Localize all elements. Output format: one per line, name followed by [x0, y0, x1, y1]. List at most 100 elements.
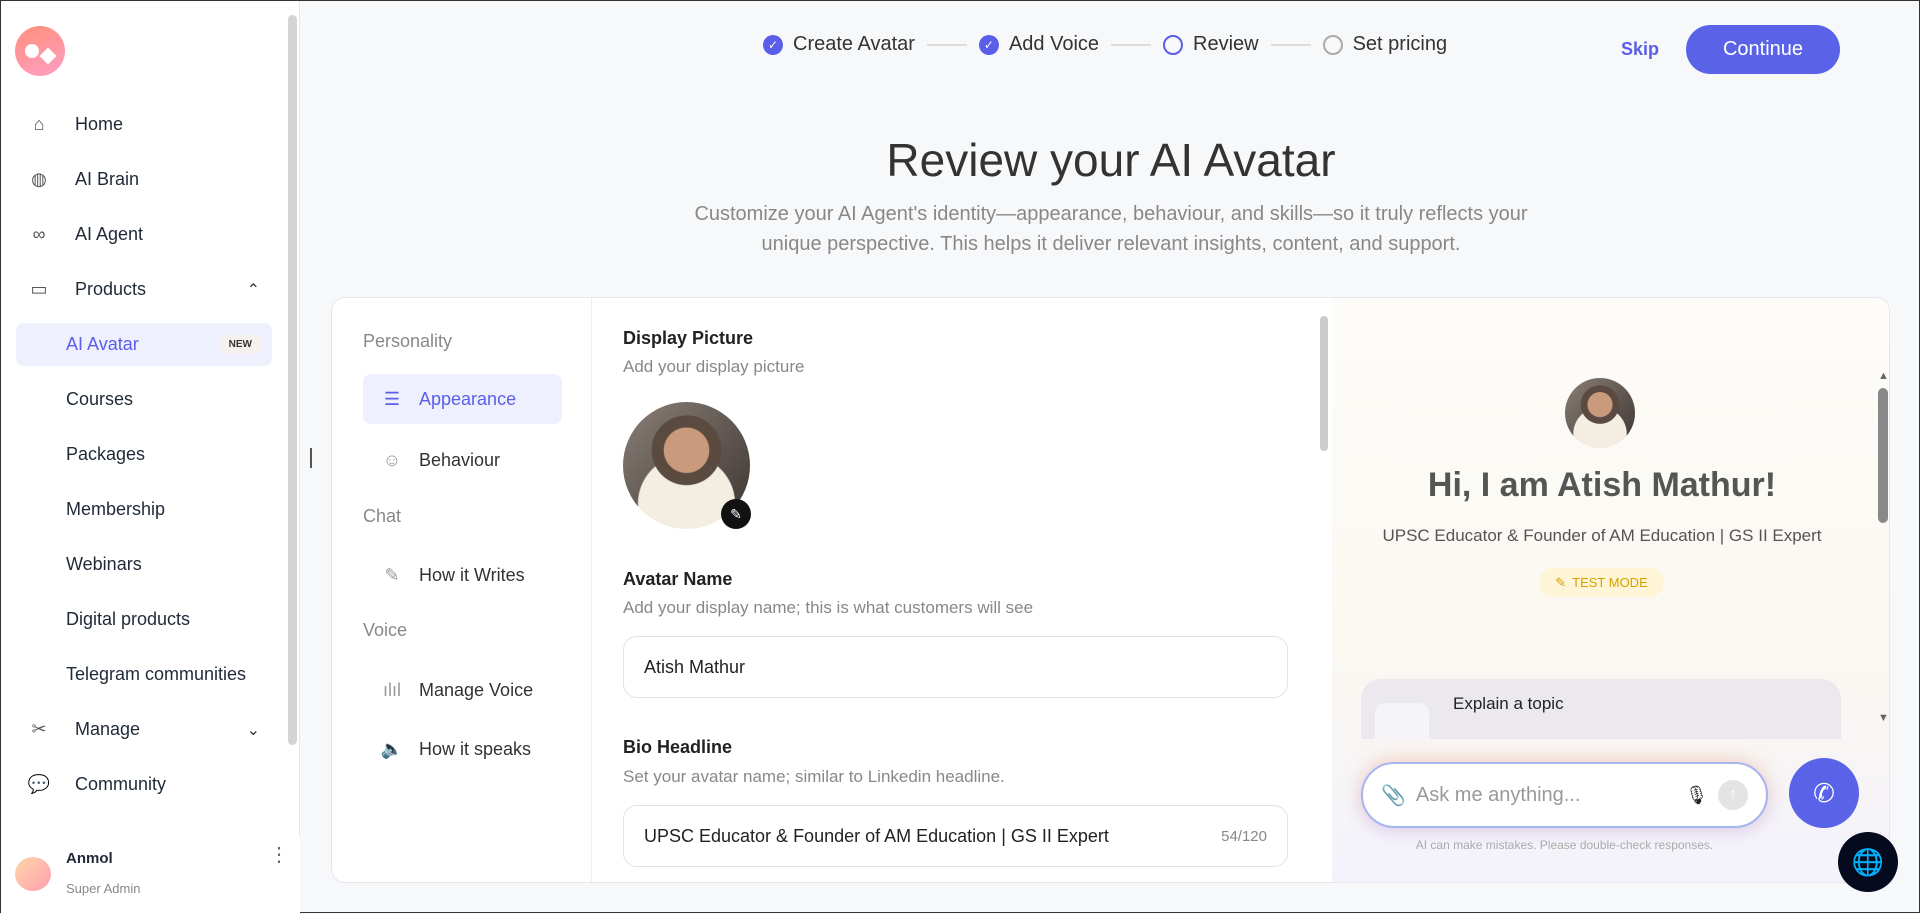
section-voice: Voice: [363, 620, 408, 640]
sidebar-item-packages[interactable]: Packages: [16, 433, 272, 476]
brain-icon: ◍: [31, 169, 47, 189]
sidebar-item-telegram-communities[interactable]: Telegram communities: [16, 653, 272, 696]
sidebar-item-label: Products: [75, 279, 147, 299]
suggestion-icon: [1375, 703, 1429, 739]
masks-icon: ☺: [382, 449, 402, 470]
sidebar-item-label: Webinars: [66, 554, 142, 574]
test-mode-badge: ✎ TEST MODE: [1539, 568, 1664, 597]
sidebar-scrollbar[interactable]: [288, 15, 297, 745]
sidebar-item-ai-avatar[interactable]: AI Avatar NEW: [16, 323, 272, 366]
nav-behaviour[interactable]: ☺ Behaviour: [363, 435, 562, 485]
bio-headline-help: Set your avatar name; similar to Linkedi…: [623, 767, 1005, 786]
preview-greeting: Hi, I am Atish Mathur!: [1427, 466, 1777, 504]
section-personality: Personality: [363, 331, 453, 351]
suggestion-title: Explain a topic: [1453, 694, 1564, 713]
sidebar: ⌂ Home ◍ AI Brain ∞ AI Agent ▭ Products ⌃ AI Avat…: [1, 1, 300, 914]
pencil-icon: ✎: [384, 564, 400, 585]
nav-appearance[interactable]: ☰ Appearance: [363, 374, 562, 424]
nav-how-it-writes[interactable]: ✎ How it Writes: [363, 550, 562, 600]
send-icon[interactable]: ↑: [1718, 780, 1748, 810]
waveform-icon: ılıl: [383, 679, 401, 700]
more-options-icon[interactable]: ⋮: [269, 845, 289, 865]
chevron-down-icon[interactable]: ⌄: [247, 720, 260, 740]
char-counter: 54/120: [1221, 827, 1267, 845]
circle-icon: [1322, 34, 1343, 55]
sidebar-item-home[interactable]: ⌂ Home: [16, 103, 272, 146]
chat-preview: Hi, I am Atish Mathur! UPSC Educator & F…: [1332, 298, 1889, 882]
stepper: ✓ Create Avatar ✓ Add Voice Review Set pri…: [763, 33, 1447, 56]
continue-button[interactable]: Continue: [1686, 25, 1840, 74]
skip-button[interactable]: Skip: [1621, 39, 1659, 60]
suggestion-card[interactable]: Explain a topic: [1361, 679, 1841, 739]
chevron-up-icon[interactable]: ⌃: [247, 280, 260, 300]
edit-picture-icon[interactable]: ✎: [721, 499, 751, 529]
globe-icon: 🌐: [1851, 846, 1885, 877]
user-role: Super Admin: [66, 881, 141, 896]
microphone-icon[interactable]: 🎙: [1685, 785, 1708, 806]
nav-label: Manage Voice: [419, 679, 534, 700]
circle-icon: [1163, 34, 1184, 55]
preview-headline: UPSC Educator & Founder of AM Education …: [1382, 526, 1822, 545]
new-badge: NEW: [218, 335, 262, 354]
nav-how-it-speaks[interactable]: 🔈 How it speaks: [363, 724, 562, 774]
bio-headline-label: Bio Headline: [623, 737, 733, 757]
input-value: UPSC Educator & Founder of AM Education …: [644, 825, 1109, 846]
home-icon: ⌂: [33, 114, 45, 134]
nav-label: Appearance: [419, 388, 517, 409]
paperclip-icon[interactable]: 📎: [1381, 783, 1406, 808]
chat-scrollbar[interactable]: [1878, 388, 1888, 523]
sidebar-item-ai-agent[interactable]: ∞ AI Agent: [16, 213, 272, 256]
call-button[interactable]: ✆: [1789, 758, 1859, 828]
subtitle-line: unique perspective. This helps it delive…: [761, 233, 1461, 255]
sidebar-item-community[interactable]: 💬 Community: [16, 763, 272, 806]
sidebar-item-label: Home: [75, 114, 124, 134]
scroll-up-icon[interactable]: ▲: [1878, 370, 1889, 382]
scroll-down-icon[interactable]: ▼: [1878, 712, 1889, 724]
chat-input[interactable]: 📎 Ask me anything... 🎙 ↑: [1361, 762, 1768, 828]
tools-icon: ✂: [31, 719, 47, 739]
display-picture-help: Add your display picture: [623, 357, 805, 376]
step-connector: [1270, 43, 1311, 46]
avatar-name-label: Avatar Name: [623, 569, 733, 589]
section-chat: Chat: [363, 506, 402, 526]
page-subtitle: Customize your AI Agent's identity—appea…: [641, 199, 1581, 259]
badge-label: TEST MODE: [1572, 575, 1648, 590]
avatar-name-help: Add your display name; this is what cust…: [623, 598, 1034, 617]
sidebar-item-label: AI Agent: [75, 224, 144, 244]
sidebar-item-label: Digital products: [66, 609, 191, 629]
globe-button[interactable]: 🌐: [1838, 832, 1898, 892]
sidebar-item-label: Community: [75, 774, 167, 794]
speaker-icon: 🔈: [380, 738, 404, 759]
step-create-avatar[interactable]: ✓ Create Avatar: [763, 33, 915, 56]
form-scrollbar[interactable]: [1320, 316, 1328, 451]
sidebar-item-ai-brain[interactable]: ◍ AI Brain: [16, 158, 272, 201]
step-review[interactable]: Review: [1163, 33, 1259, 56]
sidebar-item-products[interactable]: ▭ Products ⌃: [16, 268, 272, 311]
step-set-pricing[interactable]: Set pricing: [1322, 33, 1447, 56]
sidebar-item-label: Telegram communities: [66, 664, 247, 684]
nav-label: How it Writes: [419, 564, 525, 585]
step-label: Review: [1193, 33, 1259, 55]
avatar-name-input[interactable]: Atish Mathur: [623, 636, 1288, 698]
sidebar-resize-handle[interactable]: [310, 448, 312, 468]
nav-label: Behaviour: [419, 449, 501, 470]
sidebar-item-membership[interactable]: Membership: [16, 488, 272, 531]
phone-icon: ✆: [1813, 777, 1835, 808]
app-logo[interactable]: [15, 26, 65, 76]
user-name: Anmol: [66, 850, 113, 867]
sidebar-item-webinars[interactable]: Webinars: [16, 543, 272, 586]
check-icon: ✓: [763, 34, 783, 55]
nav-manage-voice[interactable]: ılıl Manage Voice: [363, 665, 562, 715]
step-connector: [1111, 43, 1152, 46]
check-icon: ✓: [978, 34, 999, 55]
sidebar-item-courses[interactable]: Courses: [16, 378, 272, 421]
bio-headline-input[interactable]: UPSC Educator & Founder of AM Education …: [623, 805, 1288, 867]
sidebar-item-manage[interactable]: ✂ Manage ⌄: [16, 708, 272, 751]
subtitle-line: Customize your AI Agent's identity—appea…: [694, 203, 1528, 225]
sidebar-item-label: Manage: [75, 719, 141, 739]
sidebar-item-digital-products[interactable]: Digital products: [16, 598, 272, 641]
archive-icon: ▭: [30, 279, 48, 299]
user-avatar[interactable]: [15, 857, 51, 891]
sidebar-item-label: Courses: [66, 389, 134, 409]
step-add-voice[interactable]: ✓ Add Voice: [978, 33, 1099, 56]
